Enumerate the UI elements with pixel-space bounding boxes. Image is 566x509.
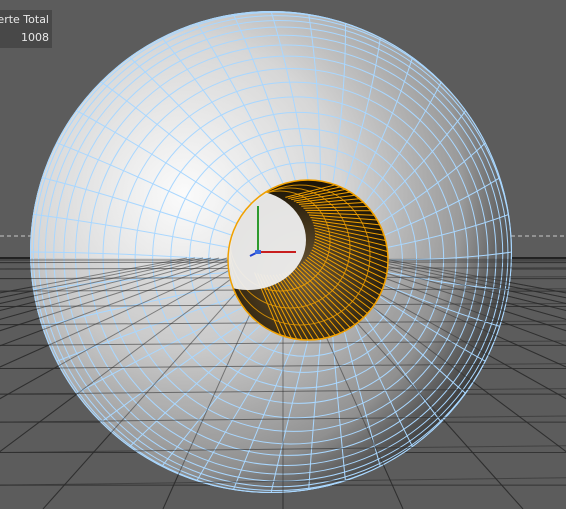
selection-info-panel: ierte Total 1008 [0,10,52,48]
selection-info-header: ierte Total [0,13,49,26]
selection-total-value: 1008 [21,31,49,44]
3d-viewport[interactable]: ierte Total 1008 [0,0,566,509]
viewport-scene[interactable] [0,0,566,509]
